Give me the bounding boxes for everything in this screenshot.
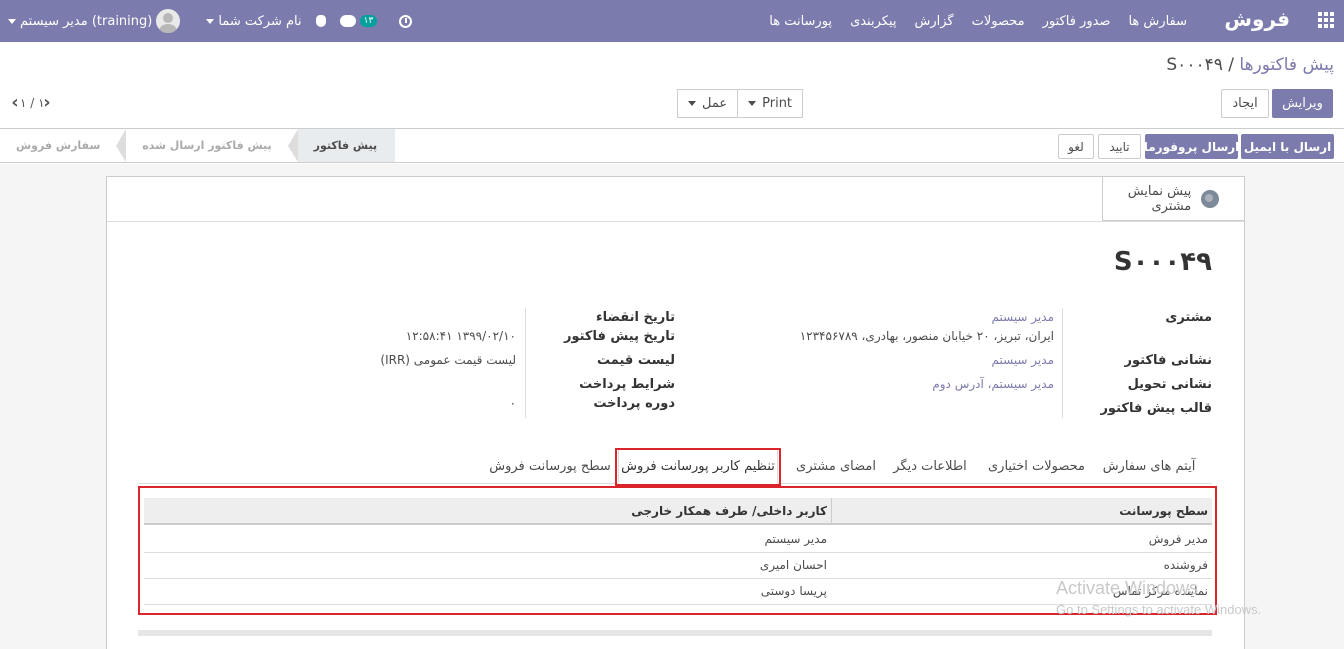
action-label: عمل [702, 96, 728, 111]
quotation-date-label: تاریخ پیش فاکتور [563, 329, 675, 344]
tab-customer-signature[interactable]: امضای مشتری [791, 448, 881, 484]
form-tabs: آیتم های سفارش محصولات اختیاری اطلاعات د… [138, 448, 1212, 484]
column-user-partner[interactable]: کاربر داخلی/ طرف همکار خارجی [631, 498, 827, 525]
messaging-menu[interactable]: ۱۳ [339, 15, 378, 27]
customer-preview-line2: مشتری [1151, 198, 1192, 214]
customer-preview-button[interactable]: پیش نمایش مشتری [1102, 177, 1244, 221]
activation-watermark-hint: Go to Settings to activate Windows. [1056, 602, 1262, 617]
cell-user-partner: مدیر سیستم [764, 532, 828, 546]
table-row[interactable]: فروشنده احسان امیری [144, 553, 1212, 579]
payment-period-value: ۰ [509, 396, 516, 410]
chevron-down-icon [748, 101, 757, 106]
delivery-address-label: نشانی تحویل [1127, 377, 1212, 392]
table-row[interactable]: مدیر فروش مدیر سیستم [144, 527, 1212, 553]
clock-icon [399, 14, 413, 28]
app-brand[interactable]: فروش [1224, 7, 1290, 31]
status-bar: سفارش فروش پیش فاکتور ارسال شده پیش فاکت… [0, 128, 1344, 163]
customer-name[interactable]: مدیر سیستم [992, 310, 1055, 324]
order-name: S۰۰۰۴۹ [1113, 247, 1212, 277]
invoice-address-value[interactable]: مدیر سیستم [992, 353, 1055, 367]
avatar [156, 9, 181, 33]
menu-invoicing[interactable]: صدور فاکتور [1034, 14, 1120, 29]
company-switcher[interactable]: نام شرکت شما [206, 13, 302, 29]
send-email-button[interactable]: ارسال با ایمیل [1241, 134, 1334, 159]
tab-order-lines[interactable]: آیتم های سفارش [1098, 448, 1200, 484]
cell-commission-level: مدیر فروش [1148, 532, 1208, 546]
payment-terms-label: شرایط پرداخت [579, 377, 675, 392]
activation-watermark: Activate Windows [1056, 578, 1199, 598]
breadcrumb-separator: / [1228, 55, 1234, 75]
pricelist-value[interactable]: لیست قیمت عمومی (IRR) [380, 353, 516, 367]
quotation-template-label: قالب پیش فاکتور [1100, 401, 1212, 416]
breadcrumb: پیش فاکتورها / S۰۰۰۴۹ [1166, 55, 1334, 75]
invoice-address-label: نشانی فاکتور [1124, 353, 1212, 368]
chevron-down-icon [206, 18, 215, 24]
quotation-date-value: ۱۳۹۹/۰۲/۱۰ ۱۲:۵۸:۴۱ [405, 329, 516, 343]
action-dropdown[interactable]: عمل [677, 89, 739, 118]
tab-other-info[interactable]: اطلاعات دیگر [885, 448, 975, 484]
table-row[interactable]: نماینده مرکز تماس پریسا دوستی [144, 579, 1212, 605]
systray: مدیر سیستم (training) نام شرکت شما ۱۳ [8, 0, 413, 42]
cell-user-partner: احسان امیری [759, 558, 827, 572]
action-button-group: عمل Print [677, 89, 804, 118]
apps-menu-icon[interactable] [1316, 10, 1336, 30]
messages-count-badge: ۱۳ [359, 15, 378, 27]
delivery-address-value[interactable]: مدیر سیستم، آدرس دوم [932, 377, 1054, 391]
breadcrumb-parent[interactable]: پیش فاکتورها [1239, 55, 1334, 75]
menu-configuration[interactable]: پیکربندی [841, 14, 905, 29]
expiry-date-label: تاریخ انقضاء [595, 310, 675, 325]
globe-icon [1201, 189, 1220, 208]
send-proforma-button[interactable]: ارسال پروفورما [1144, 134, 1239, 159]
column-commission-level[interactable]: سطح پورسانت [1119, 498, 1208, 525]
stage-quotation-sent[interactable]: پیش فاکتور ارسال شده [126, 129, 287, 162]
chevron-down-icon [688, 101, 696, 106]
stage-indicator: سفارش فروش پیش فاکتور ارسال شده پیش فاکت… [0, 129, 396, 162]
user-menu[interactable]: مدیر سیستم (training) [8, 9, 181, 33]
tab-commission-users[interactable]: تنظیم کاربر پورسانت فروش [618, 448, 778, 484]
top-navbar: فروش سفارش ها صدور فاکتور محصولات گزارش … [0, 0, 1344, 42]
customer-preview-line1: پیش نمایش [1127, 183, 1192, 199]
debug-toggle[interactable] [315, 15, 326, 27]
menu-commissions[interactable]: پورسانت ها [760, 14, 841, 29]
customer-address: ایران، تبریز، ۲۰ خیابان منصور، بهادری، ۱… [799, 329, 1054, 343]
customer-label: مشتری [1165, 310, 1212, 325]
print-dropdown[interactable]: Print [738, 89, 804, 118]
cell-user-partner: پریسا دوستی [760, 584, 827, 598]
create-button[interactable]: ایجاد [1221, 89, 1269, 118]
company-name: نام شرکت شما [218, 13, 302, 29]
pager: ‹ › ۱ / ۱ [8, 92, 54, 113]
tab-optional-products[interactable]: محصولات اختیاری [979, 448, 1094, 484]
table-header: سطح پورسانت کاربر داخلی/ طرف همکار خارجی [144, 498, 1212, 525]
breadcrumb-current: S۰۰۰۴۹ [1166, 55, 1223, 75]
cancel-button[interactable]: لغو [1058, 134, 1094, 159]
stage-quotation[interactable]: پیش فاکتور [297, 129, 396, 162]
activity-menu[interactable] [399, 14, 413, 28]
menu-products[interactable]: محصولات [963, 14, 1034, 29]
edit-button[interactable]: ویرایش [1272, 89, 1333, 118]
chevron-down-icon [8, 18, 16, 24]
menu-orders[interactable]: سفارش ها [1119, 14, 1196, 29]
pricelist-label: لیست قیمت [597, 353, 675, 368]
tab-commission-levels[interactable]: سطح پورسانت فروش [486, 448, 614, 484]
confirm-button[interactable]: تایید [1098, 134, 1141, 159]
user-name: مدیر سیستم (training) [20, 13, 153, 29]
cell-commission-level: فروشنده [1163, 558, 1208, 572]
menu-reporting[interactable]: گزارش [906, 14, 963, 29]
table-footer-bar [138, 630, 1212, 636]
payment-period-label: دوره پرداخت [593, 396, 675, 411]
print-label: Print [762, 96, 793, 111]
chat-icon [339, 15, 356, 27]
main-menu: سفارش ها صدور فاکتور محصولات گزارش پیکرب… [760, 0, 1196, 42]
bug-icon [315, 15, 326, 27]
stage-sale-order[interactable]: سفارش فروش [0, 129, 116, 162]
pager-value[interactable]: ۱ / ۱ [20, 96, 45, 110]
